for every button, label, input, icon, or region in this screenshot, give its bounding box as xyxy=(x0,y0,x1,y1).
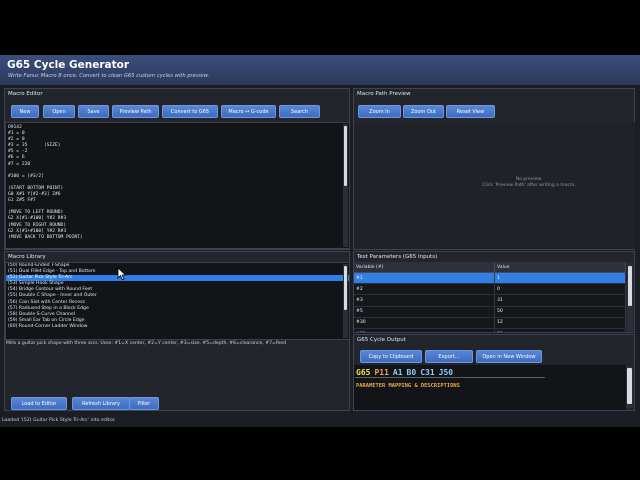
test-parameters-panel: Test Parameters (G65 Inputs) Variable (#… xyxy=(353,251,635,333)
g65-token: C31 xyxy=(420,368,435,377)
convert-to-g65-button[interactable]: Convert to G65 xyxy=(162,105,218,118)
output-scrollbar-thumb[interactable] xyxy=(627,368,632,404)
parameter-row[interactable]: #30 12 xyxy=(354,317,626,329)
path-preview-title: Macro Path Preview xyxy=(357,91,411,97)
parameter-value-cell[interactable]: 50 xyxy=(494,306,626,318)
zoom-out-button[interactable]: Zoom Out xyxy=(403,105,444,118)
editor-scrollbar[interactable] xyxy=(343,124,348,247)
export-button[interactable]: Export... xyxy=(425,350,473,363)
params-scrollbar-thumb[interactable] xyxy=(628,266,632,306)
parameter-value-cell[interactable]: 1 xyxy=(494,272,626,285)
parameter-mapping-heading: PARAMETER MAPPING & DESCRIPTIONS xyxy=(356,383,460,389)
macro-library-panel: Macro Library (50) Round-Ended T-Shape (5… xyxy=(4,251,350,411)
mouse-cursor-icon xyxy=(117,267,127,281)
parameter-variable-cell[interactable]: #2 xyxy=(354,283,495,296)
library-scrollbar[interactable] xyxy=(343,264,348,338)
macro-code-text[interactable]: O9142 #1 = 0 #2 = 0 #3 = 35 (SIZE) #5 = … xyxy=(8,125,83,241)
variable-column-header[interactable]: Variable (#) xyxy=(354,262,495,273)
parameter-table: Variable (#) Value #11#20#331#550#3012#3… xyxy=(354,262,626,332)
macro-library-items: (50) Round-Ended T-Shape (51) Dual Fillet… xyxy=(6,263,349,330)
parameter-value-cell[interactable]: 31 xyxy=(494,294,626,307)
parameter-variable-cell[interactable]: #31 xyxy=(354,328,495,332)
g65-token: G65 xyxy=(356,368,371,377)
g65-token: P11 xyxy=(374,368,389,377)
open-button[interactable]: Open xyxy=(43,105,75,118)
parameter-variable-cell[interactable]: #30 xyxy=(354,317,495,329)
parameter-row[interactable]: #3150 xyxy=(354,328,626,332)
macro-description: Mills a guitar pick shape with three arc… xyxy=(6,341,287,346)
g65-token: J50 xyxy=(438,368,454,377)
refresh-library-button[interactable]: Refresh Library xyxy=(72,397,130,410)
value-column-header[interactable]: Value xyxy=(494,262,626,273)
app-header: G65 Cycle Generator Write Fanuc Macro B … xyxy=(0,55,640,85)
new-button[interactable]: New xyxy=(11,105,39,118)
parameter-value-cell[interactable]: 0 xyxy=(494,283,626,296)
preview-path-button[interactable]: Preview Path xyxy=(112,105,159,118)
test-parameters-title: Test Parameters (G65 Inputs) xyxy=(357,254,438,260)
library-item[interactable]: (60) Round-Corner Ladder Window xyxy=(6,324,349,330)
parameter-row[interactable]: #5 50 xyxy=(354,306,626,318)
zoom-in-button[interactable]: Zoom In xyxy=(358,105,401,118)
parameter-row[interactable]: #1 1 xyxy=(354,272,626,285)
parameter-row[interactable]: #2 0 xyxy=(354,283,626,296)
parameter-variable-cell[interactable]: #1 xyxy=(354,272,495,285)
g65-output-panel: G65 Cycle Output Copy to Clipboard Expor… xyxy=(353,334,635,411)
output-divider xyxy=(355,377,545,378)
parameter-variable-cell[interactable]: #3 xyxy=(354,294,495,307)
library-scrollbar-thumb[interactable] xyxy=(344,266,347,310)
macro-editor-panel: Macro Editor New Open Save Preview Path … xyxy=(4,88,350,250)
macro-library-list[interactable]: (50) Round-Ended T-Shape (51) Dual Fillet… xyxy=(5,262,350,340)
copy-clipboard-button[interactable]: Copy to Clipboard xyxy=(360,350,422,363)
macro-code-editor[interactable]: O9142 #1 = 0 #2 = 0 #3 = 35 (SIZE) #5 = … xyxy=(5,122,350,249)
preview-empty-line2: Click 'Preview Path' after writing a mac… xyxy=(482,183,576,188)
load-to-editor-button[interactable]: Load to Editor xyxy=(11,397,67,410)
macro-library-title: Macro Library xyxy=(8,254,46,260)
parameter-variable-cell[interactable]: #5 xyxy=(354,306,495,318)
path-preview-panel: Macro Path Preview Zoom In Zoom Out Rese… xyxy=(353,88,635,250)
reset-view-button[interactable]: Reset View xyxy=(446,105,495,118)
macro-editor-title: Macro Editor xyxy=(8,91,43,97)
app-subtitle: Write Fanuc Macro B once. Convert to cle… xyxy=(8,73,210,79)
g65-command-line: G65 P11 A1 B0 C31 J50 xyxy=(356,368,457,377)
parameter-row[interactable]: #3 31 xyxy=(354,294,626,307)
open-new-window-button[interactable]: Open in New Window xyxy=(476,350,542,363)
save-button[interactable]: Save xyxy=(78,105,109,118)
macro-gcode-button[interactable]: Macro ↔ G-code xyxy=(221,105,276,118)
search-button[interactable]: Search xyxy=(279,105,320,118)
g65-output-title: G65 Cycle Output xyxy=(357,337,406,343)
parameter-grid[interactable]: Variable (#) Value #11#20#331#550#3012#3… xyxy=(354,262,626,332)
path-preview-canvas[interactable]: No preview. Click 'Preview Path' after w… xyxy=(354,122,635,249)
parameter-value-cell[interactable]: 50 xyxy=(494,328,626,332)
parameter-value-cell[interactable]: 12 xyxy=(494,317,626,329)
filter-button[interactable]: Filter xyxy=(129,397,159,410)
output-scrollbar[interactable] xyxy=(626,366,633,408)
g65-token: B0 xyxy=(406,368,417,377)
params-scrollbar[interactable] xyxy=(627,263,633,331)
g65-token: A1 xyxy=(392,368,403,377)
editor-scrollbar-thumb[interactable] xyxy=(344,126,347,186)
status-bar-text: Loaded '(52) Guitar Pick Style Tri-Arc' … xyxy=(2,418,116,423)
g65-output-text[interactable]: G65 P11 A1 B0 C31 J50 PARAMETER MAPPING & DES… xyxy=(354,365,626,410)
app-title: G65 Cycle Generator xyxy=(7,59,130,71)
